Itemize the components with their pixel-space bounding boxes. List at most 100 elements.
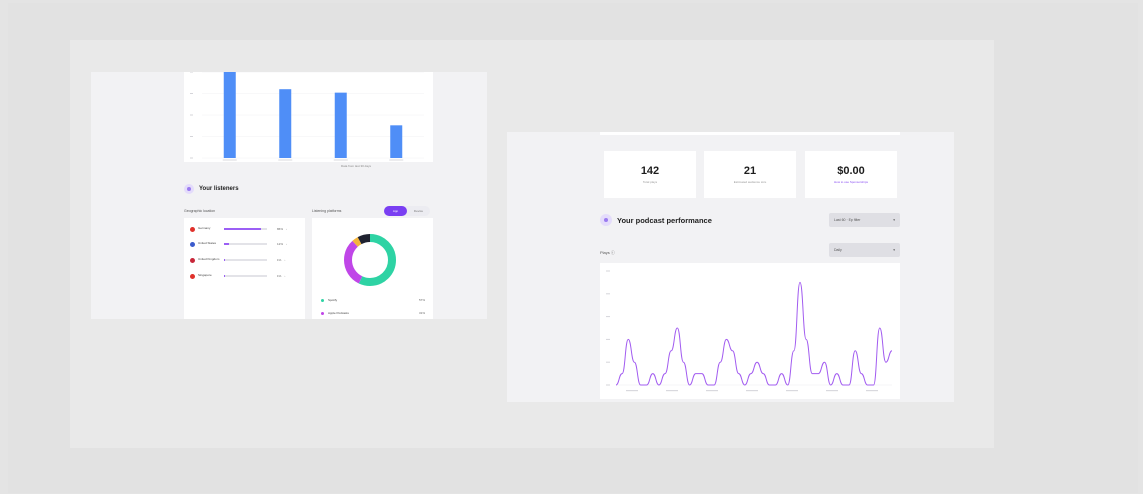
x-tick-label [389,159,404,161]
geo-name: Germany [198,226,211,231]
geo-pct: 1% [277,258,282,262]
geo-bar-fill [224,243,230,245]
chevron-right-icon: › [286,242,288,246]
geo-name: United States [198,241,217,246]
x-tick-label [278,159,293,161]
legend-pct: 31% [418,311,425,315]
bar [334,92,347,158]
listeners-heading: Your listeners [184,184,239,194]
platforms-label: Listening platforms [312,209,342,213]
geo-pct: 86% [277,227,284,231]
sponsorship-link[interactable]: How to use Sponsorships [834,180,868,184]
listeners-icon [184,184,194,194]
performance-heading: Your podcast performance [600,214,712,226]
interval-select[interactable]: Daily ▾ [829,243,900,257]
legend-dot [321,311,324,315]
geo-row[interactable]: Germany 86% › [190,225,298,233]
bar-chart [190,72,424,161]
bar [223,72,236,158]
plays-label-text: Plays [600,250,610,255]
toggle-app[interactable]: App [384,206,407,216]
data-caption: Data from last 30 days [341,164,372,168]
geo-bar-fill [224,228,261,230]
legend-row: Apple Podcasts 31% [321,311,425,315]
chevron-down-icon: ▾ [893,218,895,222]
x-tick-label [333,159,348,161]
interval-select-value: Daily [834,248,842,252]
legend-row: Spotify 57% [321,298,425,302]
stat-label: Estimated audience size [733,180,767,184]
x-tick-label [866,390,878,392]
y-tick [606,270,610,272]
legend-dot [321,298,324,302]
y-tick [606,293,610,295]
geo-pct: 1% [277,274,282,278]
range-select[interactable]: Last 60 · Ep filter ▾ [829,213,900,227]
performance-title: Your podcast performance [617,215,712,225]
stat-total-plays: 142 Total plays [604,151,696,198]
geo-name: United Kingdom [198,257,220,262]
y-tick [606,361,610,363]
x-tick-label [786,390,798,392]
performance-screen: 142 Total plays 21 Estimated audience si… [507,132,954,402]
chevron-right-icon: › [286,227,288,231]
geo-row[interactable]: United States 12% › [190,240,298,248]
plays-label: Plays ⓘ [600,250,615,256]
legend-name: Apple Podcasts [328,311,349,315]
flag-icon [190,273,195,279]
y-tick [606,316,610,318]
stat-value: 21 [743,165,757,177]
chevron-right-icon: › [284,274,286,278]
stat-value: 142 [640,165,660,177]
range-select-value: Last 60 · Ep filter [834,218,861,222]
chevron-down-icon: ▾ [893,248,895,252]
y-tick [190,157,193,159]
chevron-right-icon: › [284,258,286,262]
geo-bar [224,228,267,230]
plays-line-chart [606,270,893,392]
y-tick [606,384,610,386]
y-tick [606,338,610,340]
flag-icon [190,226,195,232]
donut-group [344,234,396,286]
bar [390,125,403,158]
geo-pct: 12% [277,242,284,246]
bar-chart-card [184,72,433,162]
stat-earnings: $0.00 How to use Sponsorships [805,151,897,198]
geo-label: Geographic location [184,209,216,213]
geo-row[interactable]: Singapore 1% › [190,272,298,280]
legend-name: Spotify [328,298,338,302]
legend-pct: 57% [418,298,425,302]
line-chart-card [600,263,900,399]
stat-value: $0.00 [837,165,865,177]
performance-icon [600,214,612,226]
series-line [615,281,893,386]
toggle-device[interactable]: Device [407,206,430,216]
listeners-screen: Data from last 30 days Your listeners Ge… [91,72,487,319]
flag-icon [190,257,195,263]
x-tick-label [706,390,718,392]
x-tick-label [222,159,237,161]
x-tick-label [746,390,758,392]
bar [279,89,292,158]
platform-toggle[interactable]: App Device [384,206,430,216]
geo-name: Singapore [198,273,212,278]
y-tick [190,136,193,137]
x-tick-label [666,390,678,392]
x-tick-label [826,390,838,392]
y-tick [190,114,193,116]
info-icon: ⓘ [610,250,615,255]
stat-label: Total plays [642,180,658,184]
listeners-title: Your listeners [199,186,239,192]
y-tick [190,72,193,73]
flag-icon [190,241,195,247]
top-card-edge [600,132,900,135]
geo-row[interactable]: United Kingdom 1% › [190,256,298,264]
geo-bar [224,259,267,261]
geo-bar [224,243,267,245]
y-tick [190,93,193,94]
geo-card: Germany 86% › United States 12% › United… [184,218,305,319]
x-tick-label [626,390,638,392]
platform-donut [344,234,396,286]
geo-bar [224,275,267,277]
